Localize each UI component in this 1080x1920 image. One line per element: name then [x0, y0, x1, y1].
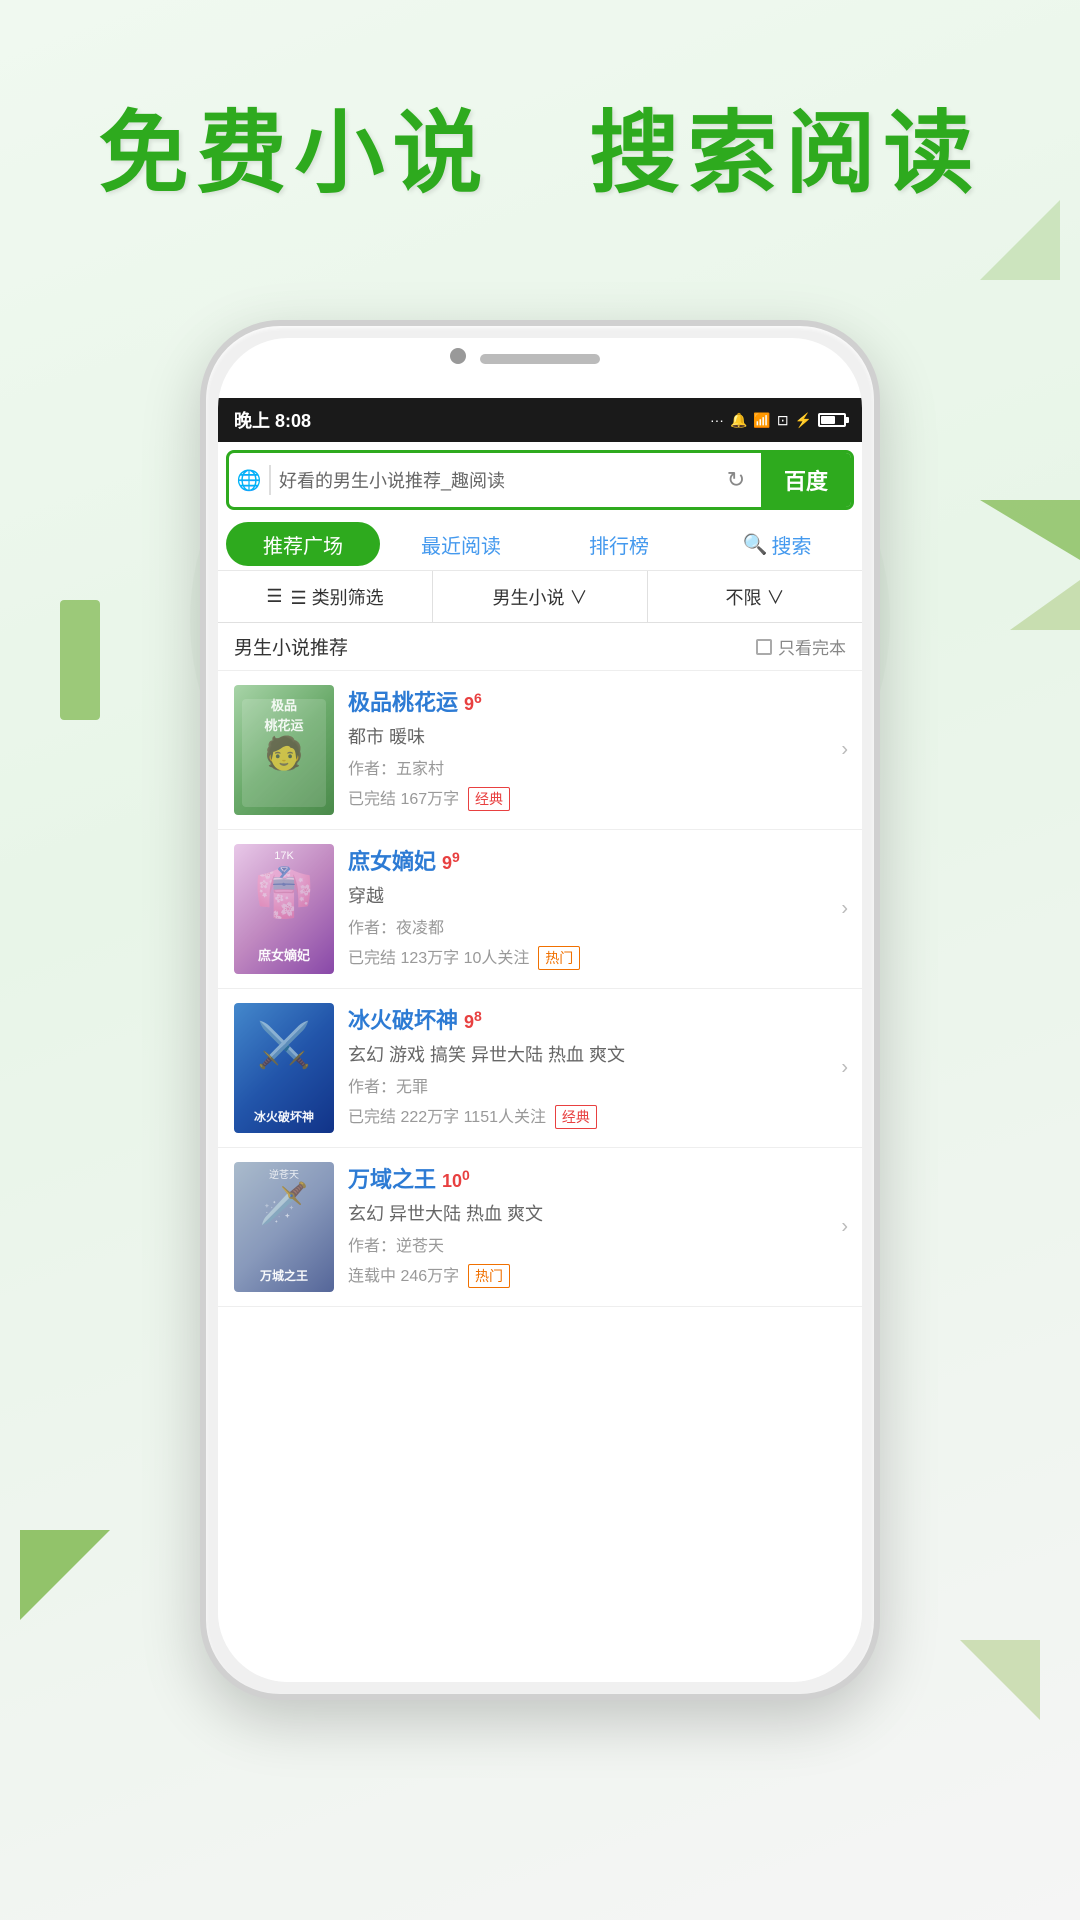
- wifi-icon: 📶: [753, 412, 770, 429]
- bg-triangle-right: [980, 500, 1080, 560]
- book-cover-1: 极品 桃花运 🧑: [234, 685, 334, 815]
- bg-triangle-left-bottom: [20, 1530, 110, 1620]
- book-meta-4: 连载中 246万字 热门: [348, 1262, 846, 1288]
- nav-tabs: 推荐广场 最近阅读 排行榜 🔍 搜索: [218, 518, 862, 571]
- filter-status[interactable]: 不限 ∨: [648, 571, 862, 622]
- status-time: 晚上 8:08: [234, 407, 311, 433]
- book-rating-2: 99: [442, 849, 460, 874]
- book-badge-2: 热门: [538, 946, 580, 970]
- bg-rect-left: [60, 600, 100, 720]
- book-author-3: 作者：无罪: [348, 1073, 846, 1097]
- book-author-1: 作者：五家村: [348, 755, 846, 779]
- section-header: 男生小说推荐 只看完本: [218, 623, 862, 671]
- book-title-4: 万域之王: [348, 1162, 436, 1194]
- tab-recommend[interactable]: 推荐广场: [226, 522, 380, 566]
- url-bar[interactable]: 🌐 好看的男生小说推荐_趣阅读 ↻ 百度: [226, 450, 854, 510]
- book-list: 极品 桃花运 🧑 极品桃花运 96: [218, 671, 862, 1307]
- tab-recent[interactable]: 最近阅读: [384, 522, 538, 566]
- book-title-row-2: 庶女嫡妃 99: [348, 844, 846, 876]
- book-title-row-4: 万域之王 100: [348, 1162, 846, 1194]
- chevron-right-3: ›: [841, 1057, 848, 1080]
- book-info-3: 冰火破坏神 98 玄幻 游戏 搞笑 异世大陆 热血 爽文 作者：无罪 已完结 2…: [348, 1003, 846, 1133]
- book-author-4: 作者：逆苍天: [348, 1232, 846, 1256]
- only-complete-toggle[interactable]: 只看完本: [756, 634, 846, 659]
- book-rating-3: 98: [464, 1008, 482, 1033]
- chevron-right-1: ›: [841, 739, 848, 762]
- phone-mockup: 晚上 8:08 ··· 🔔 📶 ⊡ ⚡ 🌐: [200, 320, 880, 1700]
- book-badge-3: 经典: [555, 1105, 597, 1129]
- filter-category[interactable]: ☰ ☰ 类别筛选: [218, 571, 433, 622]
- book-info-4: 万域之王 100 玄幻 异世大陆 热血 爽文 作者：逆苍天 连载中 246万字 …: [348, 1162, 846, 1292]
- book-genre-4: 玄幻 异世大陆 热血 爽文: [348, 1200, 846, 1226]
- book-item[interactable]: 冰火破坏神 ⚔️ 冰火破坏神 98 玄幻 游戏 搞笑 异世大陆 热血 爽文: [218, 989, 862, 1148]
- phone-inner: 晚上 8:08 ··· 🔔 📶 ⊡ ⚡ 🌐: [218, 338, 862, 1682]
- url-text: 好看的男生小说推荐_趣阅读: [279, 467, 711, 493]
- status-icons: ··· 🔔 📶 ⊡ ⚡: [710, 412, 846, 429]
- bg-triangle-bottom-right: [960, 1640, 1040, 1720]
- book-genre-1: 都市 暖味: [348, 723, 846, 749]
- book-title-3: 冰火破坏神: [348, 1003, 458, 1035]
- book-cover-4: 逆苍天 万城之王 🗡️: [234, 1162, 334, 1292]
- filter-icon: ☰: [266, 586, 282, 607]
- headline-text: 免费小说: [98, 104, 490, 204]
- book-item[interactable]: 逆苍天 万城之王 🗡️ 万域之王 100 玄幻 异世大陆 热血 爽: [218, 1148, 862, 1307]
- refresh-icon[interactable]: ↻: [711, 467, 761, 493]
- book-item[interactable]: 17K 庶女嫡妃 👘 庶女嫡妃 99 穿越: [218, 830, 862, 989]
- headline-text2: 搜索阅读: [590, 104, 982, 204]
- book-meta-1: 已完结 167万字 经典: [348, 785, 846, 811]
- complete-checkbox[interactable]: [756, 639, 772, 655]
- bg-triangle-top-right: [980, 200, 1060, 280]
- page-headline: 免费小说 搜索阅读: [0, 80, 1080, 210]
- book-genre-2: 穿越: [348, 882, 846, 908]
- book-rating-4: 100: [442, 1167, 470, 1192]
- chevron-right-2: ›: [841, 898, 848, 921]
- book-badge-4: 热门: [468, 1264, 510, 1288]
- battery-icon: [818, 413, 846, 427]
- globe-icon: 🌐: [229, 468, 269, 493]
- filter-bar: ☰ ☰ 类别筛选 男生小说 ∨ 不限 ∨: [218, 571, 862, 623]
- book-badge-1: 经典: [468, 787, 510, 811]
- book-title-row-3: 冰火破坏神 98: [348, 1003, 846, 1035]
- tab-ranking[interactable]: 排行榜: [542, 522, 696, 566]
- search-icon: 🔍: [743, 532, 768, 557]
- book-info-1: 极品桃花运 96 都市 暖味 作者：五家村 已完结 167万字 经典: [348, 685, 846, 815]
- filter-gender[interactable]: 男生小说 ∨: [433, 571, 648, 622]
- book-cover-3: 冰火破坏神 ⚔️: [234, 1003, 334, 1133]
- baidu-button[interactable]: 百度: [761, 453, 851, 507]
- book-cover-2: 17K 庶女嫡妃 👘: [234, 844, 334, 974]
- phone-camera: [450, 348, 466, 364]
- flash-icon: ⚡: [795, 412, 812, 429]
- phone-outer: 晚上 8:08 ··· 🔔 📶 ⊡ ⚡ 🌐: [200, 320, 880, 1700]
- bg-triangle-right2: [1010, 580, 1080, 630]
- book-title-1: 极品桃花运: [348, 685, 458, 717]
- book-info-2: 庶女嫡妃 99 穿越 作者：夜凌都 已完结 123万字 10人关注 热门: [348, 844, 846, 974]
- phone-screen: 晚上 8:08 ··· 🔔 📶 ⊡ ⚡ 🌐: [218, 398, 862, 1682]
- book-genre-3: 玄幻 游戏 搞笑 异世大陆 热血 爽文: [348, 1041, 846, 1067]
- tab-search[interactable]: 🔍 搜索: [700, 522, 854, 566]
- signal-icon: ···: [710, 412, 724, 428]
- book-rating-1: 96: [464, 690, 482, 715]
- book-meta-3: 已完结 222万字 1151人关注 经典: [348, 1103, 846, 1129]
- only-complete-label: 只看完本: [778, 634, 846, 659]
- status-bar: 晚上 8:08 ··· 🔔 📶 ⊡ ⚡: [218, 398, 862, 442]
- phone-speaker: [480, 354, 600, 364]
- book-title-2: 庶女嫡妃: [348, 844, 436, 876]
- book-meta-2: 已完结 123万字 10人关注 热门: [348, 944, 846, 970]
- charge-icon: ⊡: [777, 412, 789, 429]
- chevron-right-4: ›: [841, 1216, 848, 1239]
- url-divider: [269, 465, 271, 495]
- book-item[interactable]: 极品 桃花运 🧑 极品桃花运 96: [218, 671, 862, 830]
- section-title: 男生小说推荐: [234, 633, 348, 660]
- book-author-2: 作者：夜凌都: [348, 914, 846, 938]
- book-title-row-1: 极品桃花运 96: [348, 685, 846, 717]
- mute-icon: 🔔: [730, 412, 747, 429]
